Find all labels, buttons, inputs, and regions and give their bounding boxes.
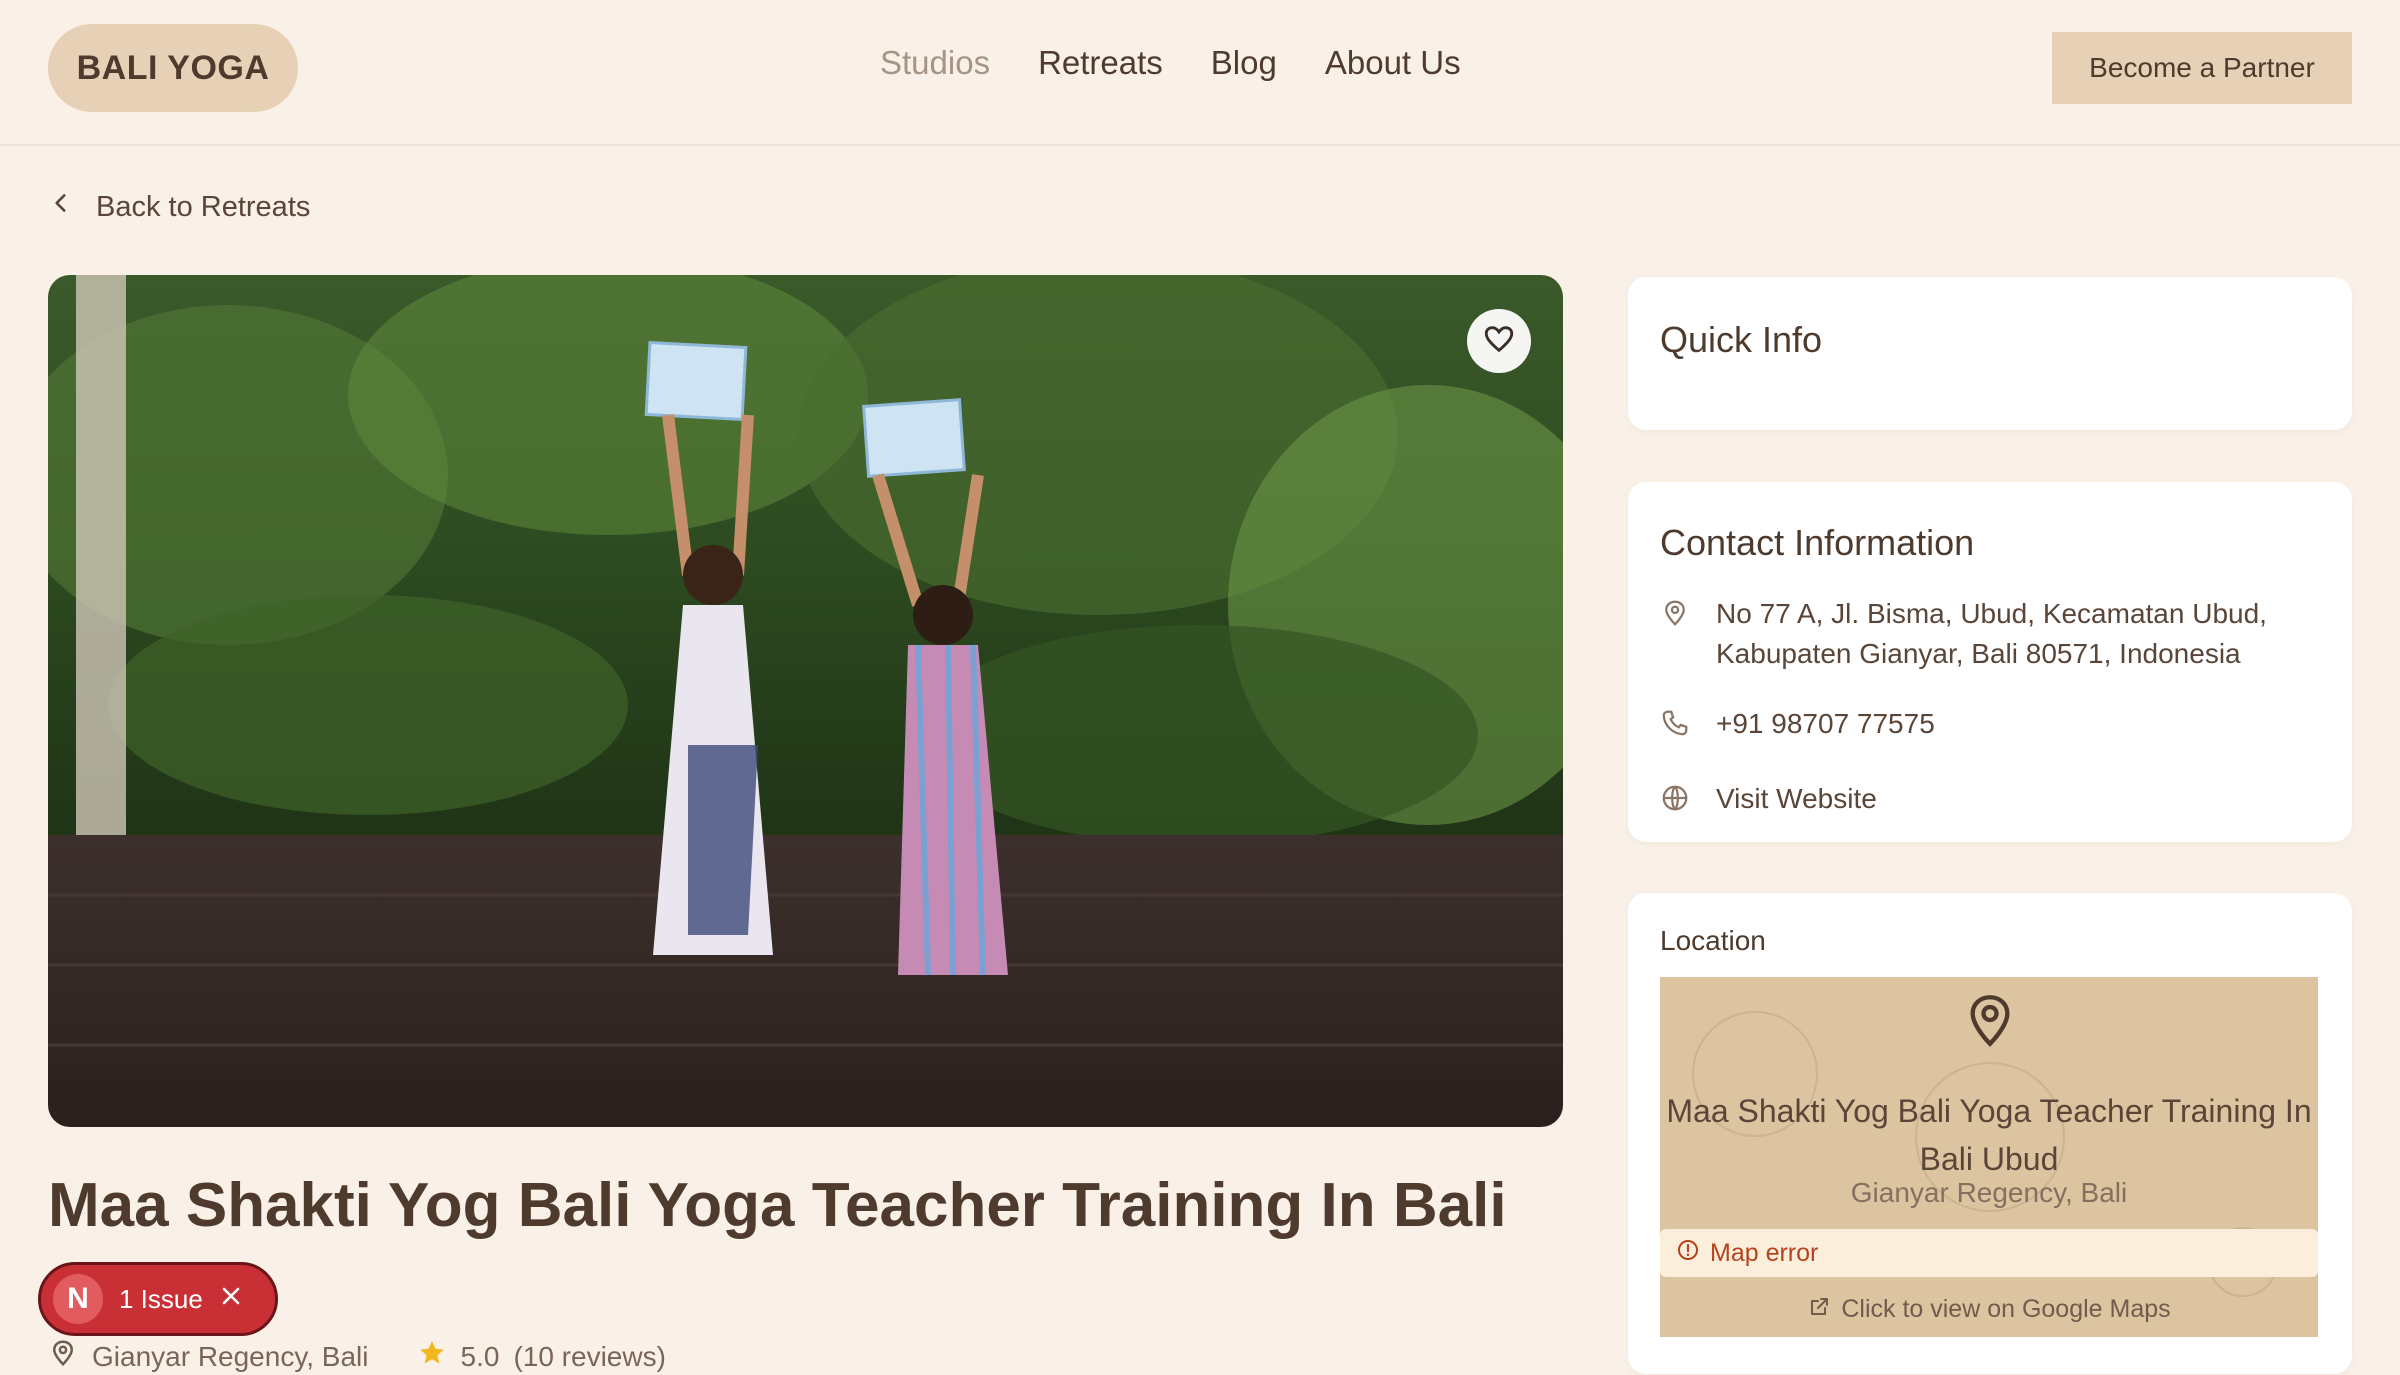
close-icon[interactable] xyxy=(219,1284,243,1315)
back-link-label: Back to Retreats xyxy=(96,190,311,223)
map-error-text: Map error xyxy=(1710,1238,1819,1267)
quick-info-card: Quick Info xyxy=(1628,277,2352,430)
map-pin-icon xyxy=(1964,991,2016,1054)
review-count: (10 reviews) xyxy=(513,1340,666,1372)
chevron-left-icon xyxy=(48,190,74,224)
hero-photo xyxy=(48,275,1563,1127)
map-pin-icon xyxy=(48,1338,78,1375)
back-to-retreats-link[interactable]: Back to Retreats xyxy=(48,190,310,224)
nav-studios[interactable]: Studios xyxy=(880,44,990,82)
issue-avatar: N xyxy=(53,1274,103,1324)
favorite-button[interactable] xyxy=(1467,309,1531,373)
contact-heading: Contact Information xyxy=(1660,522,1975,563)
site-header: BALI YOGA Studios Retreats Blog About Us… xyxy=(0,0,2400,146)
nav-blog[interactable]: Blog xyxy=(1211,44,1277,82)
retreat-meta: Gianyar Regency, Bali 5.0 (10 reviews) xyxy=(48,1338,666,1375)
phone-icon xyxy=(1660,704,1692,749)
issue-count: 1 Issue xyxy=(119,1283,203,1314)
google-maps-link-text: Click to view on Google Maps xyxy=(1841,1295,2171,1323)
location-card: Location Maa Shakti Yog Bali Yoga Teache… xyxy=(1628,893,2352,1374)
google-maps-link[interactable]: Click to view on Google Maps xyxy=(1660,1295,2318,1326)
retreat-title: Maa Shakti Yog Bali Yoga Teacher Trainin… xyxy=(48,1171,1507,1240)
phone-text: +91 98707 77575 xyxy=(1716,708,1935,739)
become-partner-button[interactable]: Become a Partner xyxy=(2052,32,2352,104)
brand-logo[interactable]: BALI YOGA xyxy=(48,24,298,112)
address-row: No 77 A, Jl. Bisma, Ubud, Kecamatan Ubud… xyxy=(1660,594,2320,674)
map-error-banner: Map error xyxy=(1660,1229,2318,1277)
retreat-location: Gianyar Regency, Bali xyxy=(92,1340,369,1372)
map-title: Maa Shakti Yog Bali Yoga Teacher Trainin… xyxy=(1666,1093,2312,1177)
address-text: No 77 A, Jl. Bisma, Ubud, Kecamatan Ubud… xyxy=(1716,598,2267,669)
location-label: Location xyxy=(1660,925,1766,956)
issues-badge[interactable]: N 1 Issue xyxy=(38,1262,278,1336)
map-subtitle: Gianyar Regency, Bali xyxy=(1850,1177,2128,1208)
main-nav: Studios Retreats Blog About Us xyxy=(880,44,1461,82)
contact-info-card: Contact Information No 77 A, Jl. Bisma, … xyxy=(1628,482,2352,842)
nav-about-us[interactable]: About Us xyxy=(1325,44,1461,82)
nav-retreats[interactable]: Retreats xyxy=(1038,44,1163,82)
globe-icon xyxy=(1660,779,1692,824)
map-pin-icon xyxy=(1660,594,1692,674)
star-icon xyxy=(417,1338,447,1375)
phone-row[interactable]: +91 98707 77575 xyxy=(1660,704,2320,749)
heart-icon xyxy=(1482,322,1516,361)
retreat-hero-image xyxy=(48,275,1563,1127)
external-link-icon xyxy=(1807,1295,1831,1326)
alert-circle-icon xyxy=(1676,1238,1700,1269)
map-placeholder[interactable]: Maa Shakti Yog Bali Yoga Teacher Trainin… xyxy=(1660,977,2318,1337)
quick-info-heading: Quick Info xyxy=(1660,319,1823,360)
rating-value: 5.0 xyxy=(460,1340,500,1372)
website-row[interactable]: Visit Website xyxy=(1660,779,2320,824)
website-link[interactable]: Visit Website xyxy=(1716,779,1877,824)
